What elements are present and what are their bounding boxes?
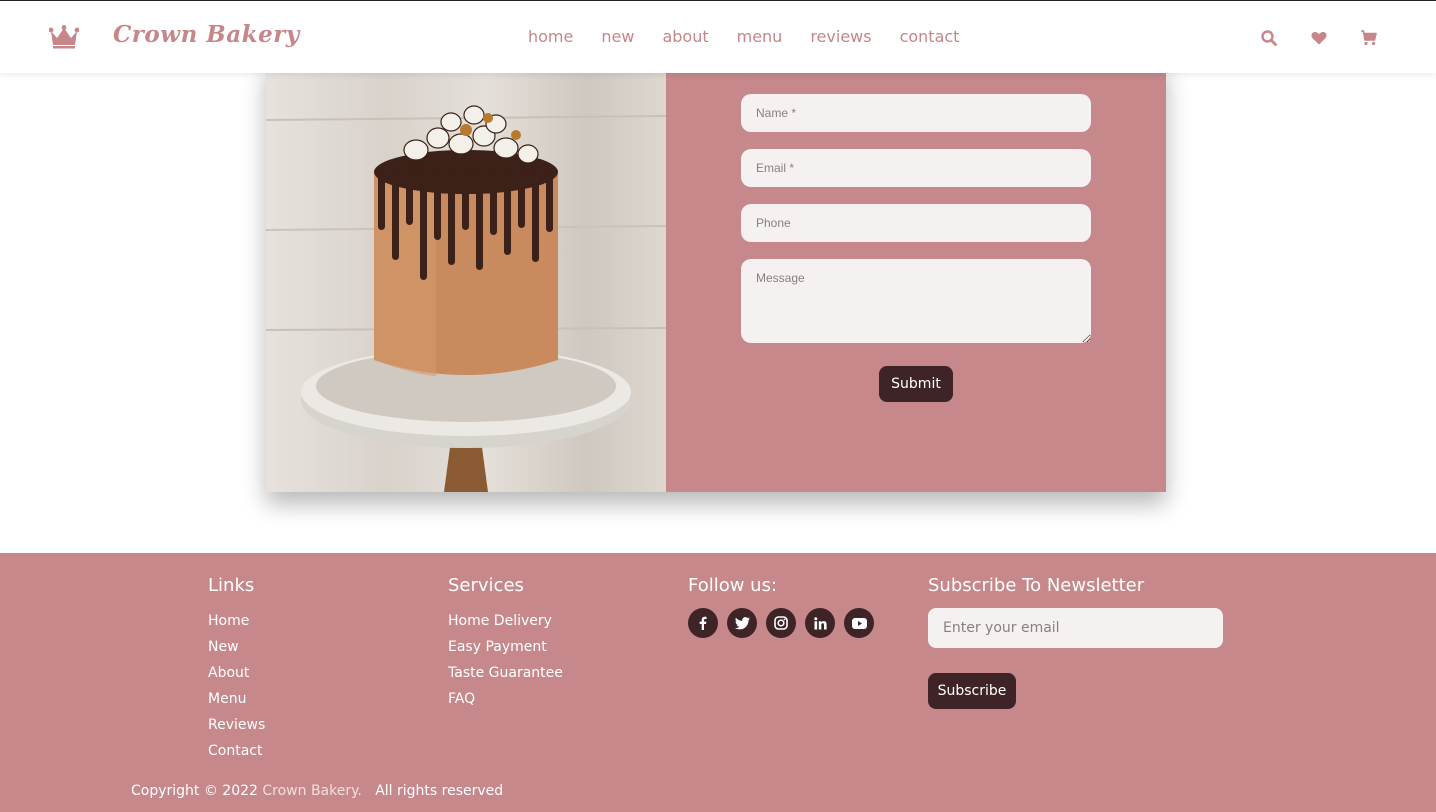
main-nav: home new about menu reviews contact	[528, 27, 987, 46]
message-field[interactable]	[741, 259, 1091, 343]
logo-text[interactable]: Crown Bakery	[113, 21, 300, 48]
crown-logo-icon[interactable]	[49, 25, 79, 49]
copyright-suffix: All rights reserved	[375, 783, 504, 799]
nav-menu[interactable]: menu	[737, 27, 783, 46]
linkedin-icon[interactable]	[805, 608, 835, 638]
footer-links-title: Links	[208, 575, 255, 596]
footer-newsletter-title: Subscribe To Newsletter	[928, 575, 1145, 596]
footer-follow-title: Follow us:	[688, 575, 778, 596]
nav-home[interactable]: home	[528, 27, 573, 46]
copyright-brand[interactable]: Crown Bakery.	[262, 783, 361, 799]
contact-card: Submit	[266, 60, 1166, 492]
footer-services-title: Services	[448, 575, 524, 596]
footer-link-contact[interactable]: Contact	[208, 738, 265, 764]
youtube-icon[interactable]	[844, 608, 874, 638]
nav-about[interactable]: about	[662, 27, 708, 46]
search-icon[interactable]	[1260, 29, 1278, 47]
nav-contact[interactable]: contact	[900, 27, 960, 46]
twitter-icon[interactable]	[727, 608, 757, 638]
subscribe-button[interactable]: Subscribe	[928, 673, 1016, 709]
copyright: Copyright © 2022 Crown Bakery. All right…	[131, 783, 503, 799]
footer-link-home[interactable]: Home	[208, 608, 265, 634]
cart-icon[interactable]	[1360, 29, 1378, 47]
heart-icon[interactable]	[1310, 29, 1328, 47]
newsletter-email-input[interactable]	[928, 608, 1223, 648]
footer-service-taste-guarantee[interactable]: Taste Guarantee	[448, 660, 563, 686]
nav-reviews[interactable]: reviews	[810, 27, 871, 46]
footer-service-home-delivery[interactable]: Home Delivery	[448, 608, 563, 634]
footer-services: Services Home Delivery Easy Payment Tast…	[448, 575, 563, 712]
nav-new[interactable]: new	[601, 27, 634, 46]
name-field[interactable]	[741, 94, 1091, 132]
facebook-icon[interactable]	[688, 608, 718, 638]
cake-image	[266, 60, 666, 492]
copyright-prefix: Copyright © 2022	[131, 783, 258, 799]
footer: Links Home New About Menu Reviews Contac…	[0, 553, 1436, 812]
footer-link-new[interactable]: New	[208, 634, 265, 660]
email-field[interactable]	[741, 149, 1091, 187]
submit-button[interactable]: Submit	[879, 366, 953, 402]
footer-links: Links Home New About Menu Reviews Contac…	[208, 575, 265, 764]
footer-newsletter: Subscribe To Newsletter Subscribe	[928, 575, 1223, 709]
header-icons	[1260, 29, 1410, 47]
header: Crown Bakery home new about menu reviews…	[0, 0, 1436, 73]
footer-link-about[interactable]: About	[208, 660, 265, 686]
footer-follow: Follow us:	[688, 575, 883, 638]
footer-service-faq[interactable]: FAQ	[448, 686, 563, 712]
footer-link-reviews[interactable]: Reviews	[208, 712, 265, 738]
phone-field[interactable]	[741, 204, 1091, 242]
instagram-icon[interactable]	[766, 608, 796, 638]
footer-service-easy-payment[interactable]: Easy Payment	[448, 634, 563, 660]
footer-link-menu[interactable]: Menu	[208, 686, 265, 712]
social-links	[688, 608, 883, 638]
